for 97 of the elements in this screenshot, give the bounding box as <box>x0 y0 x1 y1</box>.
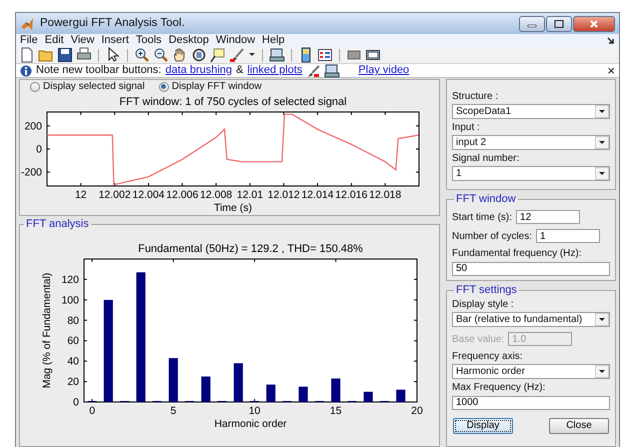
tick-label: 12.004 <box>132 189 165 201</box>
tick-label: 60 <box>67 335 79 348</box>
group-title: FFT window <box>455 194 517 205</box>
group-title: FFT analysis <box>25 219 90 230</box>
menu-item[interactable]: Desktop <box>168 34 209 47</box>
tick-label: 80 <box>67 314 79 327</box>
group-title: FFT settings <box>455 285 518 296</box>
brush-icon <box>306 64 320 78</box>
dropdown[interactable]: 1 <box>452 166 610 181</box>
field-label: Start time (s): <box>452 212 512 222</box>
bar <box>364 392 373 402</box>
field-label: Input : <box>452 122 481 133</box>
bar <box>331 378 340 402</box>
field-label: Frequency axis: <box>452 351 524 362</box>
zoom-out-icon[interactable] <box>153 47 169 63</box>
app-logo-icon <box>20 16 34 30</box>
push-button[interactable]: Display <box>453 418 513 434</box>
radio-button[interactable] <box>158 82 169 92</box>
radio-button[interactable] <box>30 82 40 92</box>
tick-label: 0 <box>73 396 79 408</box>
tick-label: 12.008 <box>200 189 232 201</box>
caret-icon <box>595 136 609 149</box>
brush-icon[interactable] <box>229 47 245 63</box>
maximize-icon <box>554 20 564 28</box>
input-field[interactable]: 1 <box>536 229 600 243</box>
menu-item[interactable]: Insert <box>101 34 129 47</box>
tick-label: 12 <box>74 189 87 201</box>
menu-item[interactable]: File <box>20 34 38 47</box>
tick-label: 12.016 <box>335 189 368 201</box>
input-field[interactable]: 12 <box>516 210 580 224</box>
menu-item[interactable]: Window <box>216 34 256 47</box>
info-text: Note new toolbar buttons: <box>36 64 162 77</box>
axis-label: Time (s) <box>214 202 252 214</box>
tick-label: 20 <box>411 405 423 417</box>
save-icon[interactable] <box>57 47 73 63</box>
caret-icon <box>595 167 609 180</box>
menu-item[interactable]: Tools <box>136 34 162 47</box>
caret-icon <box>595 313 609 326</box>
input-field[interactable]: 1000 <box>452 396 610 410</box>
tick-label: 120 <box>61 274 79 286</box>
axis-label: Harmonic order <box>214 418 287 430</box>
link[interactable]: data brushing <box>165 64 232 77</box>
tick-label: -200 <box>20 166 42 179</box>
tick-label: 12.014 <box>301 189 334 201</box>
caret-icon <box>595 105 609 118</box>
menu-item[interactable]: View <box>70 34 94 47</box>
field-label: Max Frequency (Hz): <box>452 382 546 393</box>
input-field[interactable]: 50 <box>452 262 610 276</box>
close-icon <box>589 20 599 28</box>
window-title: Powergui FFT Analysis Tool. <box>40 16 185 31</box>
dropdown[interactable]: Harmonic order <box>452 364 610 379</box>
tick-label: 200 <box>24 120 42 132</box>
close-button[interactable]: × <box>607 64 615 77</box>
tick-label: 0 <box>36 144 42 156</box>
link[interactable]: linked plots <box>247 64 302 77</box>
menu-item[interactable]: Edit <box>44 34 64 47</box>
tick-label: 12.01 <box>236 189 264 201</box>
tick-label: 12.002 <box>98 189 131 201</box>
dropdown[interactable]: Bar (relative to fundamental) <box>452 312 610 327</box>
tick-label: 12.018 <box>369 189 402 201</box>
dropdown[interactable]: ScopeData1 <box>452 104 610 119</box>
minimize-button[interactable] <box>519 16 545 32</box>
dock-icon[interactable] <box>607 36 615 44</box>
tick-label: 100 <box>61 294 79 306</box>
data-cursor-icon[interactable] <box>210 47 226 63</box>
field-label: Display style : <box>452 299 515 310</box>
tick-label: 40 <box>67 356 79 368</box>
radio-label: Display selected signal <box>43 81 145 92</box>
tick-label: 15 <box>330 405 342 417</box>
dropdown[interactable]: input 2 <box>452 135 610 150</box>
info-text: & <box>236 64 244 77</box>
zoom-in-icon[interactable] <box>134 47 150 63</box>
caret-icon <box>595 365 609 378</box>
show-tools-icon[interactable] <box>365 47 381 63</box>
push-button[interactable]: Close <box>549 418 609 434</box>
menu-item[interactable]: Help <box>262 34 285 47</box>
legend-icon[interactable] <box>317 47 333 63</box>
bar <box>298 386 308 402</box>
tick-label: 5 <box>170 405 176 417</box>
close-button[interactable] <box>573 16 615 32</box>
field-label: Signal number: <box>452 153 520 164</box>
chart-title: FFT window: 1 of 750 cycles of selected signal <box>119 96 347 108</box>
tick-label: 10 <box>248 405 260 417</box>
field-label: Base value: <box>452 334 504 344</box>
field-label: Structure : <box>452 91 500 102</box>
tick-label: 20 <box>67 376 79 388</box>
tick-label: 12.012 <box>268 189 300 201</box>
field-label: Number of cycles: <box>452 230 532 242</box>
link[interactable]: Play video <box>358 64 410 77</box>
chart-title: Fundamental (50Hz) = 129.2 , THD= 150.48% <box>138 243 363 255</box>
radio-label: Display FFT window <box>172 81 262 92</box>
tick-label: 12.006 <box>166 189 198 201</box>
bar <box>396 390 406 402</box>
field-label: Fundamental frequency (Hz): <box>452 248 583 259</box>
tick-label: 0 <box>89 405 96 417</box>
axis-label: Mag (% of Fundamental) <box>41 272 53 388</box>
maximize-button[interactable] <box>546 16 572 32</box>
